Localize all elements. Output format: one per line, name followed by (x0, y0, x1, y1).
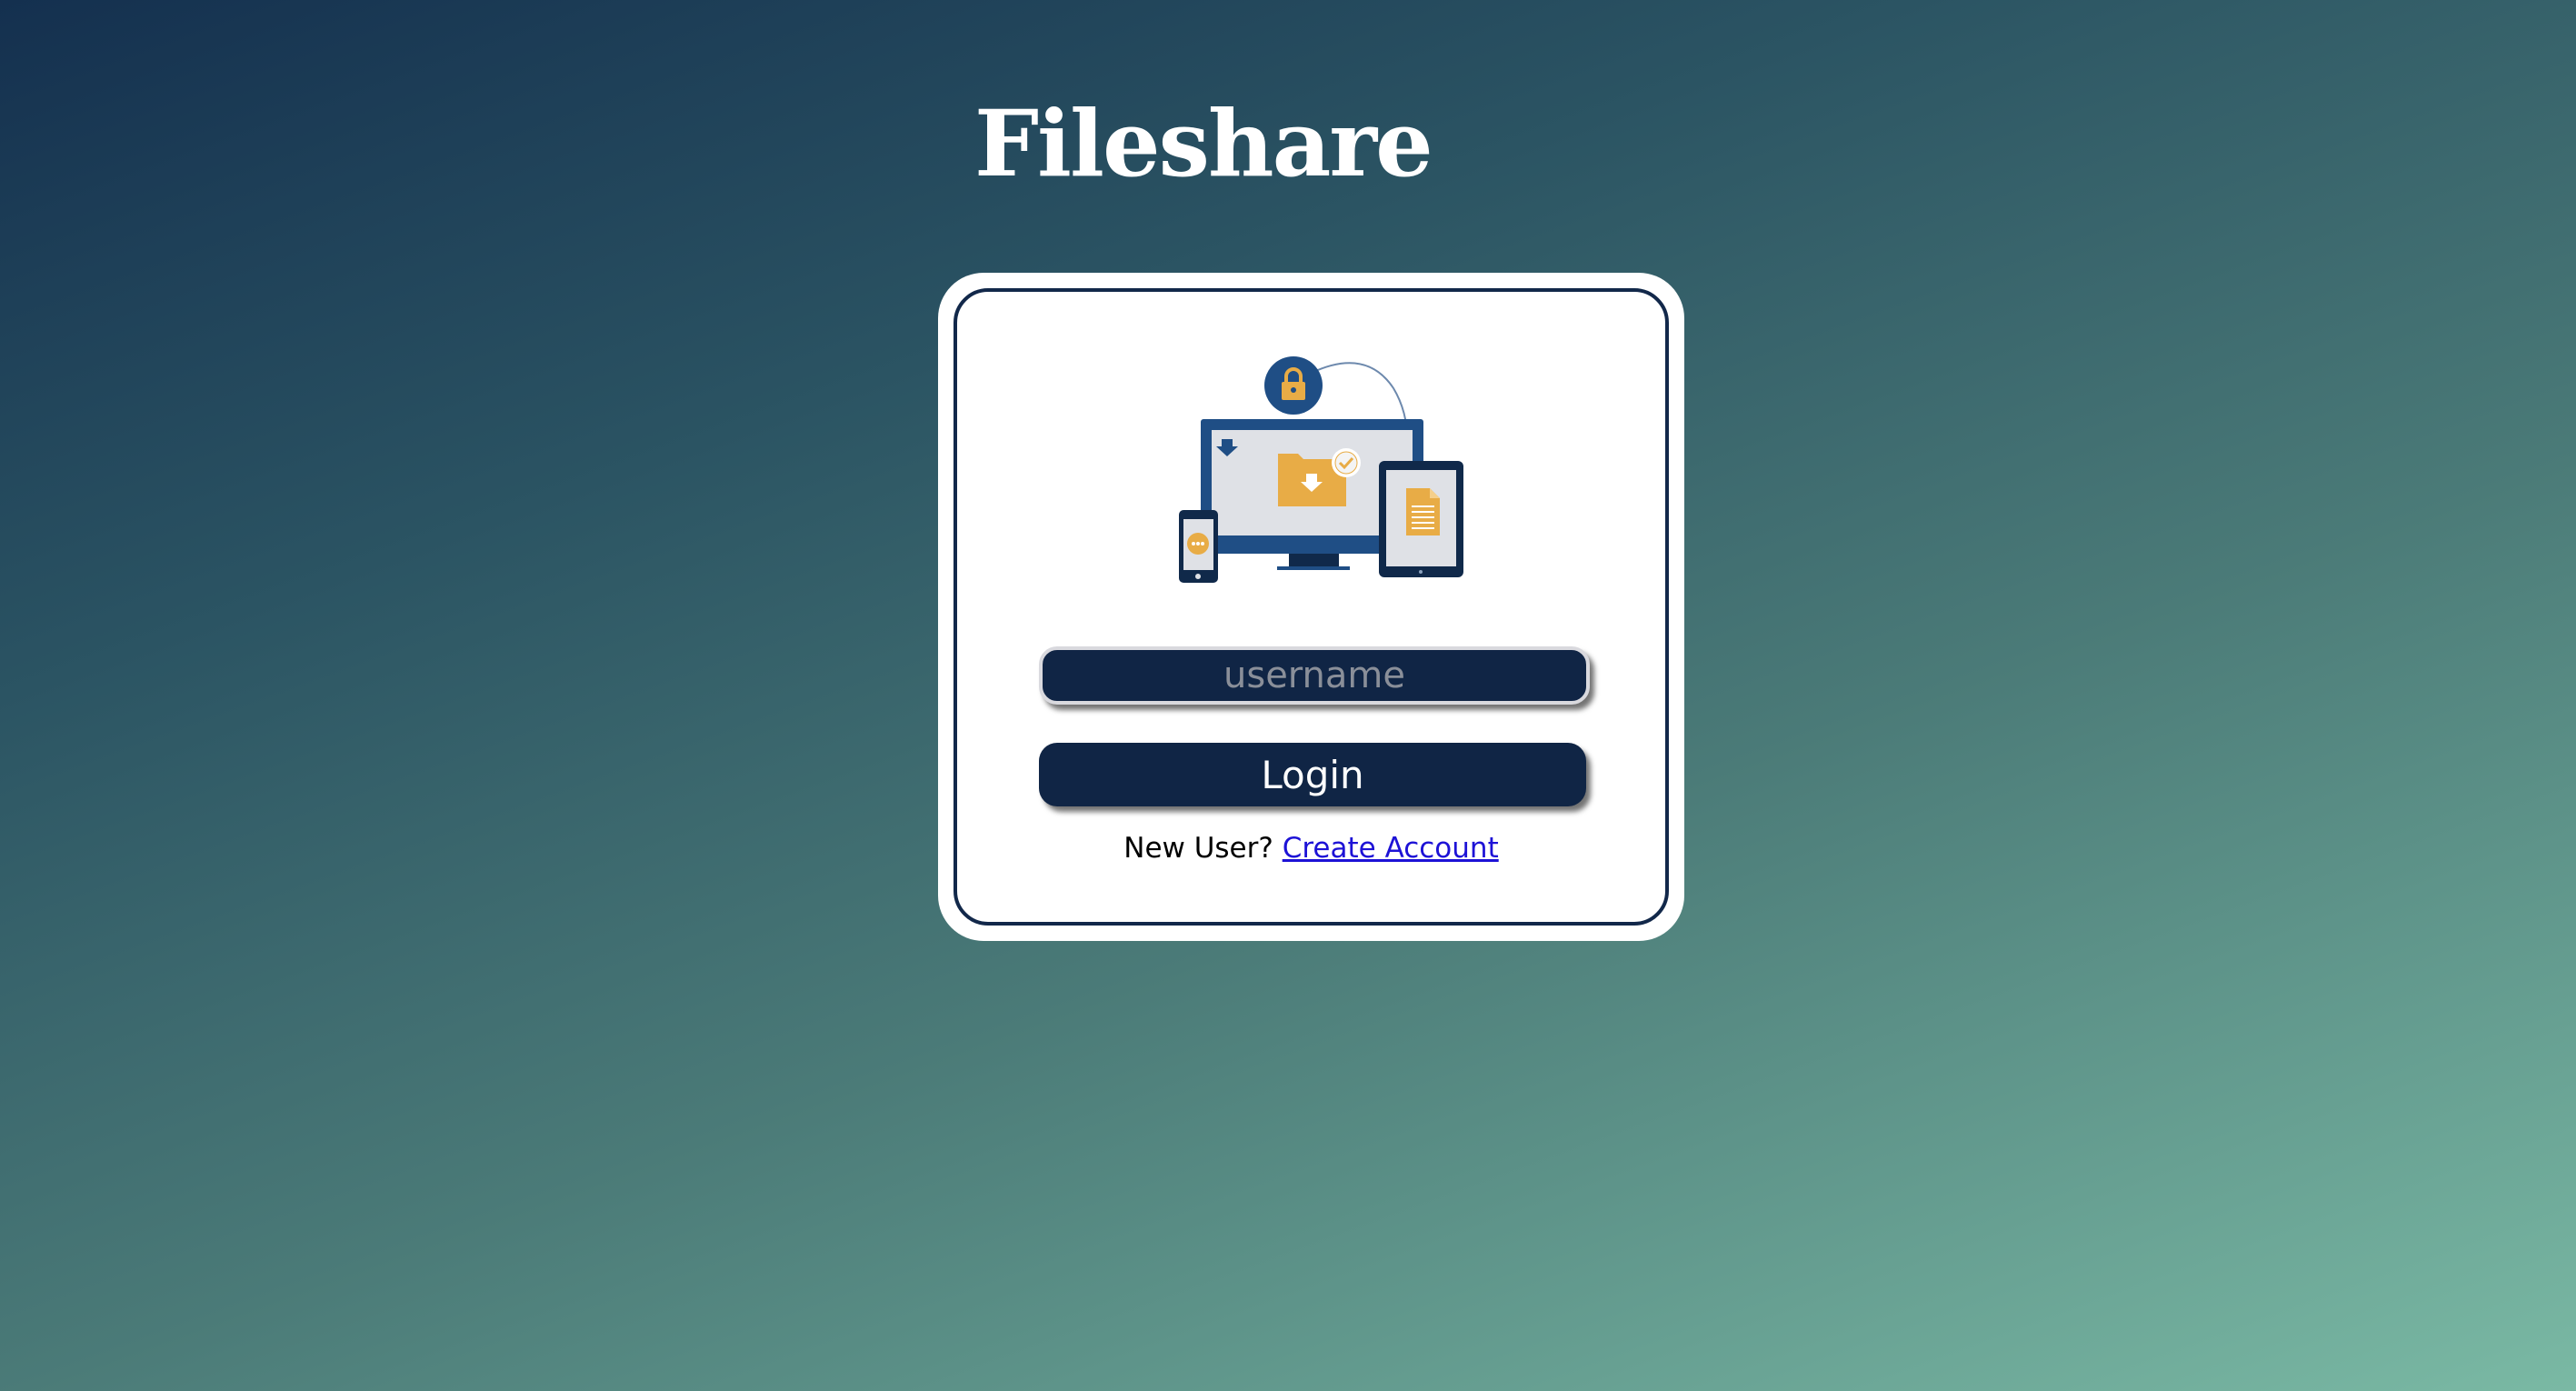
app-title: Fileshare (974, 90, 1433, 197)
username-input[interactable] (1039, 646, 1590, 705)
login-button[interactable]: Login (1039, 743, 1586, 806)
login-card-border: Login New User? Create Account (954, 288, 1669, 926)
signup-prompt: New User? Create Account (957, 832, 1665, 865)
devices-file-share-icon (1179, 356, 1463, 583)
login-card: Login New User? Create Account (938, 273, 1684, 941)
new-user-text: New User? (1123, 832, 1273, 865)
create-account-link[interactable]: Create Account (1283, 832, 1499, 865)
